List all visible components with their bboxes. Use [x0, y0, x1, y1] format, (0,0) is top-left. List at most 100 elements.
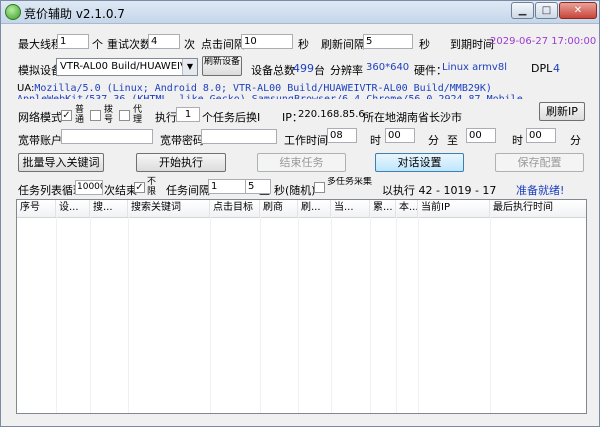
chevron-down-icon[interactable]: ▼ — [182, 59, 197, 75]
column-header[interactable]: 点击目标 — [210, 200, 260, 217]
proxy-mode-checkbox[interactable] — [119, 110, 130, 121]
click-interval-label: 点击间隔 — [201, 38, 245, 51]
column-header[interactable]: 搜索关键词 — [128, 200, 210, 217]
broadband-account-input[interactable] — [61, 129, 153, 144]
column-header[interactable]: 最后执行时间 — [490, 200, 586, 217]
column-divider — [210, 217, 211, 413]
unlimited-checkbox[interactable]: ✓ — [134, 182, 145, 193]
column-header[interactable]: 刷... — [298, 200, 331, 217]
retry-input[interactable]: 4 — [148, 34, 180, 49]
column-divider — [370, 217, 371, 413]
multi-task-checkbox[interactable] — [314, 182, 325, 193]
max-threads-input[interactable]: 1 — [57, 34, 89, 49]
column-header[interactable]: 当前IP — [418, 200, 490, 217]
broadband-password-input[interactable] — [201, 129, 277, 144]
task-list[interactable]: 序号 设... 搜... 搜索关键词 点击目标 刷商 刷... 当... 累..… — [16, 199, 587, 414]
ip-location: 所在地湖南省长沙市 — [363, 111, 462, 124]
ua-value: Mozilla/5.0 (Linux; Android 8.0; VTR-AL0… — [17, 83, 523, 99]
task-list-header: 序号 设... 搜... 搜索关键词 点击目标 刷商 刷... 当... 累..… — [17, 200, 586, 218]
column-divider — [90, 217, 91, 413]
start-minute-input[interactable]: 00 — [385, 128, 415, 143]
refresh-device-button[interactable]: 刷新设备 — [202, 56, 242, 76]
exec-suffix-label: 个任务后换I — [202, 111, 261, 124]
column-header[interactable]: 设... — [56, 200, 90, 217]
app-logo-icon — [5, 4, 21, 20]
import-keywords-button[interactable]: 批量导入关键词 — [18, 153, 104, 172]
task-interval-unit: 秒(随机) — [274, 184, 314, 197]
end-minute-unit: 分 — [570, 134, 581, 147]
maximize-button[interactable]: □ — [535, 2, 558, 19]
proxy-mode-label: 代理 — [133, 105, 143, 125]
window-title: 竞价辅助 v2.1.0.7 — [24, 7, 125, 21]
column-divider — [128, 217, 129, 413]
end-hour-input[interactable]: 00 — [466, 128, 496, 143]
loop-label: 任务列表循环 — [18, 184, 76, 197]
column-header[interactable]: 搜... — [90, 200, 128, 217]
retry-label: 重试次数 — [107, 38, 151, 51]
click-interval-input[interactable]: 10 — [241, 34, 293, 49]
resolution-label: 分辨率 — [330, 64, 363, 77]
refresh-interval-label: 刷新间隔 — [321, 38, 365, 51]
column-header[interactable]: 当... — [331, 200, 370, 217]
start-hour-input[interactable]: 08 — [327, 128, 357, 143]
exec-count-input[interactable]: 1 — [176, 107, 200, 122]
refresh-ip-button[interactable]: 刷新IP — [539, 102, 585, 121]
to-label: 至 — [447, 134, 458, 147]
start-minute-unit: 分 — [428, 134, 439, 147]
dialup-mode-label: 拨号 — [104, 105, 114, 125]
column-divider — [56, 217, 57, 413]
column-header[interactable]: 累... — [370, 200, 396, 217]
ua-label: UA: — [17, 83, 35, 94]
device-total-label: 设备总数 — [251, 64, 295, 77]
column-divider — [260, 217, 261, 413]
column-header[interactable]: 刷商 — [260, 200, 298, 217]
dialup-mode-checkbox[interactable] — [90, 110, 101, 121]
column-divider — [396, 217, 397, 413]
device-select[interactable]: VTR-AL00 Build/HUAWEIVTR ▼ — [56, 58, 198, 76]
click-interval-unit: 秒 — [298, 38, 309, 51]
column-divider — [298, 217, 299, 413]
expire-label: 到期时间 — [450, 38, 494, 51]
refresh-interval-unit: 秒 — [419, 38, 430, 51]
multi-task-label: 多任务采集 — [327, 177, 373, 187]
loop-count-input[interactable]: 10000 — [75, 180, 103, 195]
task-interval-label: 任务间隔 — [166, 184, 210, 197]
hardware-value: Linux armv8l — [442, 62, 507, 73]
normal-mode-checkbox[interactable]: ✓ — [61, 110, 72, 121]
end-minute-input[interactable]: 00 — [526, 128, 556, 143]
broadband-password-label: 宽带密码 — [160, 134, 204, 147]
dpl-label: DPL — [531, 62, 553, 75]
save-config-button[interactable]: 保存配置 — [495, 153, 584, 172]
start-button[interactable]: 开始执行 — [136, 153, 226, 172]
minimize-button[interactable]: ▁ — [511, 2, 534, 19]
normal-mode-label: 普通 — [75, 105, 85, 125]
retry-unit: 次 — [184, 38, 195, 51]
dialog-settings-button[interactable]: 对话设置 — [375, 153, 464, 172]
title-bar[interactable]: 竞价辅助 v2.1.0.7 ▁ □ ✕ — [1, 1, 599, 24]
work-time-label: 工作时间 — [284, 134, 328, 147]
end-hour-unit: 时 — [512, 134, 523, 147]
stop-task-button[interactable]: 结束任务 — [257, 153, 346, 172]
unlimited-label: 不限 — [147, 177, 157, 197]
user-agent-text: UA:Mozilla/5.0 (Linux; Android 8.0; VTR-… — [17, 83, 585, 99]
app-window: 竞价辅助 v2.1.0.7 ▁ □ ✕ 最大线程 1 个 重试次数 4 次 点击… — [0, 0, 600, 427]
column-header[interactable]: 序号 — [17, 200, 56, 217]
network-mode-label: 网络模式 — [18, 111, 62, 124]
dpl-value: 4 — [553, 62, 560, 75]
task-interval-max-input[interactable]: 5 — [245, 179, 271, 194]
resolution-value: 360*640 — [366, 62, 410, 73]
max-threads-unit: 个 — [92, 38, 103, 51]
column-header[interactable]: 本... — [396, 200, 418, 217]
device-total-value: 499 — [293, 62, 314, 75]
exec-label: 执行 — [155, 111, 177, 124]
status-text: 准备就绪! — [516, 184, 565, 197]
column-divider — [331, 217, 332, 413]
device-select-value: VTR-AL00 Build/HUAWEIVTR — [60, 61, 198, 72]
expire-value: 2029-06-27 17:00:00 — [490, 36, 597, 47]
column-divider — [490, 217, 491, 413]
refresh-interval-input[interactable]: 5 — [363, 34, 413, 49]
max-threads-label: 最大线程 — [18, 38, 62, 51]
broadband-account-label: 宽带账户 — [18, 134, 62, 147]
close-button[interactable]: ✕ — [559, 2, 597, 19]
loop-unit: 次结束 — [104, 184, 137, 197]
